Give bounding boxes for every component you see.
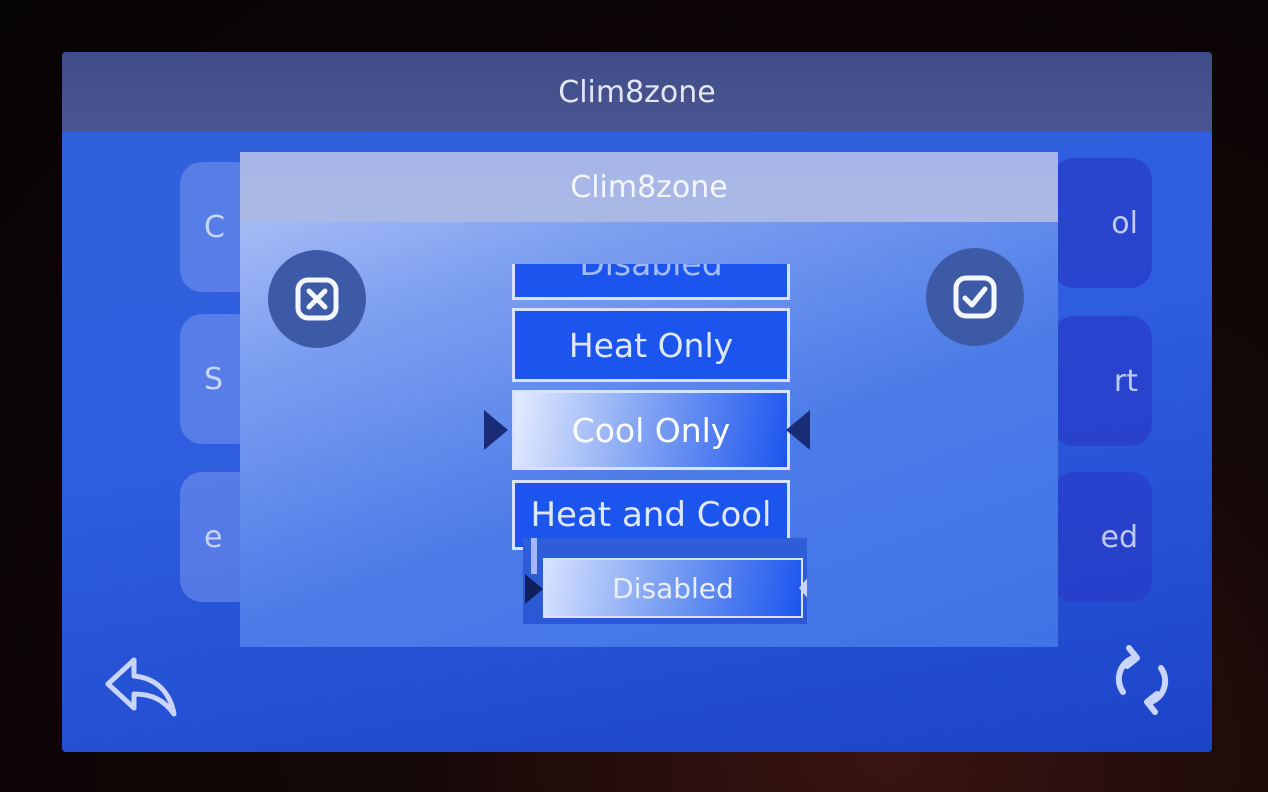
- tile-label: C: [204, 209, 225, 245]
- tile-label: e: [204, 519, 223, 555]
- refresh-icon: [1115, 645, 1169, 715]
- tile-label: ol: [1111, 205, 1138, 241]
- cancel-x-icon: [295, 277, 339, 321]
- thermostat-screen: Clim8zone C S e ol rt ed Clim8zone Heat …: [62, 52, 1212, 752]
- checkmark-icon: [953, 275, 997, 319]
- selection-right-arrow-icon: [799, 576, 807, 600]
- back-button[interactable]: [102, 647, 182, 727]
- picker-option[interactable]: Heat Only: [512, 308, 790, 382]
- dialog-title: Clim8zone: [570, 169, 728, 205]
- tile-label: ed: [1100, 519, 1139, 555]
- tile-label: S: [204, 361, 224, 397]
- confirm-button[interactable]: [926, 248, 1024, 346]
- picker-option-label: Heat and Cool: [530, 495, 772, 535]
- picker-option-label: Cool Only: [571, 410, 731, 450]
- inset-divider: [531, 538, 537, 574]
- screen-title-bar: Clim8zone: [62, 52, 1212, 132]
- back-arrow-icon: [105, 657, 177, 717]
- picker-option-label: Disabled: [612, 571, 734, 605]
- selection-right-arrow-icon: [786, 410, 810, 450]
- selection-left-arrow-icon: [525, 574, 543, 604]
- picker-option[interactable]: Disabled: [512, 264, 790, 300]
- screen-title: Clim8zone: [558, 74, 716, 110]
- background-menu-tile[interactable]: ol: [1052, 158, 1152, 288]
- cancel-button[interactable]: [268, 250, 366, 348]
- background-menu-tile[interactable]: ed: [1052, 472, 1152, 602]
- picker-option-selected[interactable]: Cool Only: [512, 390, 790, 470]
- inset-picker-row: Disabled: [523, 538, 807, 624]
- background-menu-tile[interactable]: rt: [1052, 316, 1152, 446]
- selection-left-arrow-icon: [484, 410, 508, 450]
- picker-option-label: Disabled: [579, 264, 722, 283]
- dialog-title-bar: Clim8zone: [240, 152, 1058, 222]
- tile-label: rt: [1113, 363, 1138, 399]
- picker-option-label: Heat Only: [568, 325, 734, 365]
- picker-option[interactable]: Disabled: [543, 558, 803, 618]
- refresh-button[interactable]: [1102, 640, 1182, 720]
